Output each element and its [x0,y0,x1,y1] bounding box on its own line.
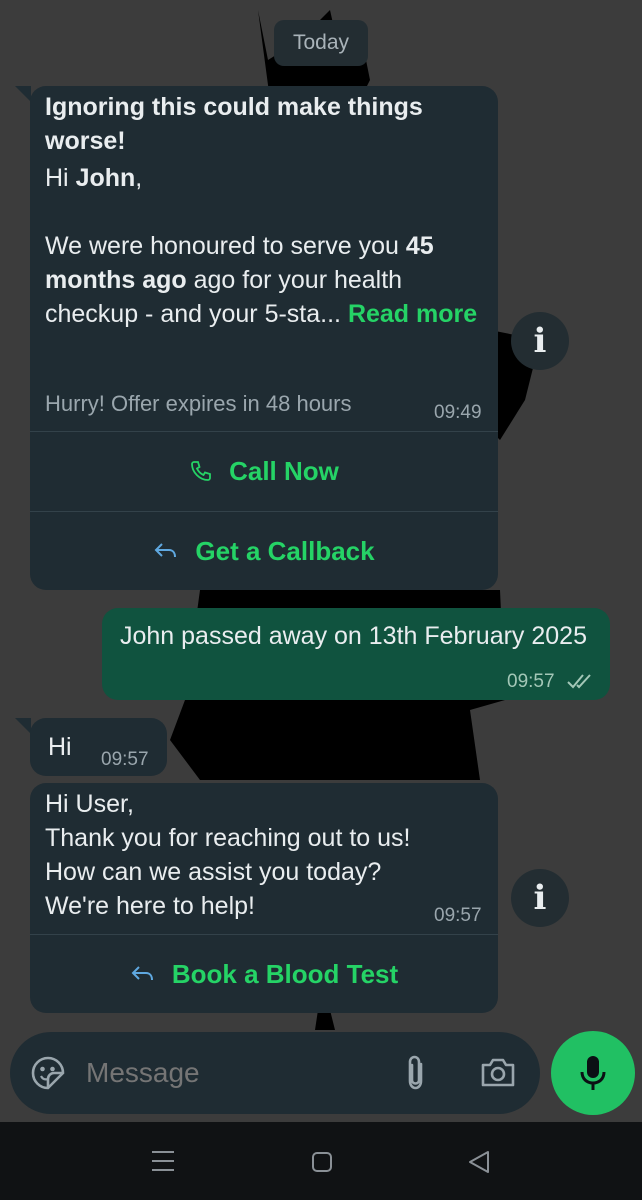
reply-message-body: Hi User, Thank you for reaching out to u… [45,787,485,923]
greeting-name: John [75,164,136,192]
greeting-prefix: Hi [45,164,76,192]
outgoing-message-bubble[interactable]: John passed away on 13th February 2025 0… [102,608,610,700]
message-time: 09:57 [434,905,482,926]
reply-line-4: We're here to help! [45,892,255,920]
reply-line-3: How can we assist you today? [45,858,382,886]
call-now-label: Call Now [229,455,339,486]
info-icon: i [533,878,547,918]
back-icon[interactable] [466,1149,492,1175]
read-more-link[interactable]: Read more [348,300,477,328]
double-check-icon [567,674,591,689]
camera-icon[interactable] [479,1055,517,1089]
reply-line-1: Hi User, [45,790,134,818]
book-blood-test-button[interactable]: Book a Blood Test [30,935,498,1013]
message-input[interactable] [86,1052,376,1094]
reply-message-bubble[interactable]: Hi User, Thank you for reaching out to u… [30,783,498,1013]
bubble-tail [15,86,31,102]
get-callback-button[interactable]: Get a Callback [30,512,498,590]
promo-body: We were honoured to serve you 45 months … [45,229,485,331]
reply-line-2: Thank you for reaching out to us! [45,824,411,852]
info-button[interactable]: i [511,869,569,927]
outgoing-message-text: John passed away on 13th February 2025 [120,622,587,650]
sticker-icon[interactable] [30,1055,66,1091]
message-input-bar [10,1032,540,1114]
date-chip: Today [274,20,368,66]
recent-apps-icon[interactable] [150,1149,176,1173]
promo-greeting: Hi John, [45,161,485,195]
system-navigation-bar [0,1122,642,1200]
promo-message-body: Ignoring this could make things worse! H… [45,90,485,331]
bubble-tail [15,718,31,734]
hi-message-text: Hi [48,733,72,761]
hi-message-bubble[interactable]: Hi 09:57 [30,718,167,776]
promo-body-text-1: We were honoured to serve you [45,232,406,260]
mic-button[interactable] [551,1031,635,1115]
promo-message-bubble[interactable]: Ignoring this could make things worse! H… [30,86,498,590]
home-icon[interactable] [310,1150,334,1174]
promo-title: Ignoring this could make things worse! [45,93,423,155]
date-chip-label: Today [292,31,350,54]
info-button[interactable]: i [511,312,569,370]
info-icon: i [533,321,547,361]
message-time: 09:49 [434,402,482,423]
greeting-suffix: , [135,164,143,192]
attach-icon[interactable] [402,1054,430,1092]
promo-footer: Hurry! Offer expires in 48 hours [45,391,352,416]
message-time: 09:57 [101,749,149,770]
book-blood-test-label: Book a Blood Test [171,958,399,989]
reply-icon [154,543,177,558]
message-time: 09:57 [507,671,555,692]
get-callback-label: Get a Callback [195,535,375,566]
call-now-button[interactable]: Call Now [30,432,498,510]
mic-icon [580,1056,606,1090]
reply-icon [131,966,153,981]
phone-icon [191,461,211,481]
